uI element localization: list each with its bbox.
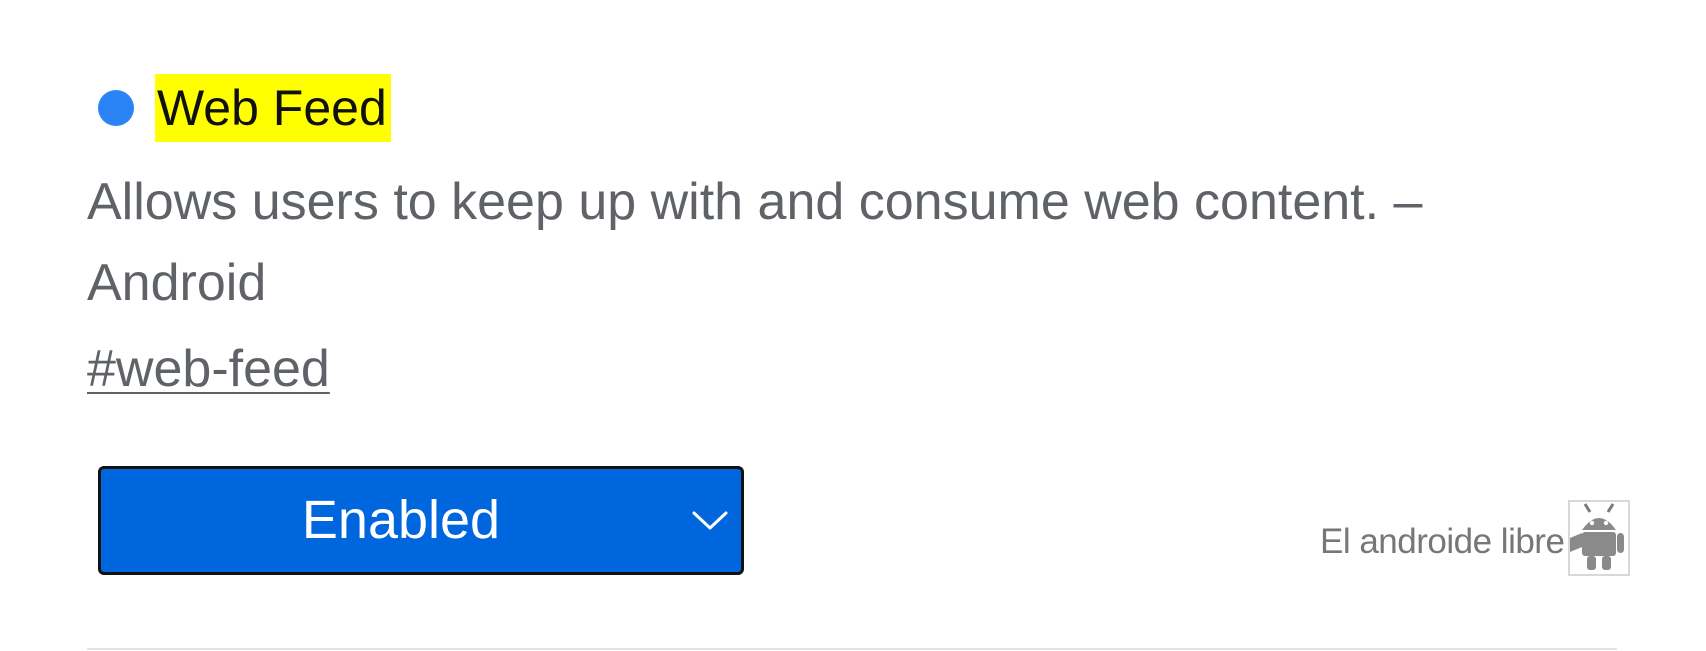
watermark: El androide libre xyxy=(1320,500,1631,576)
flag-description: Allows users to keep up with and consume… xyxy=(87,173,1423,312)
flag-state-value: Enabled xyxy=(301,490,501,550)
flag-title-row: Web Feed xyxy=(98,74,391,142)
chevron-down-icon xyxy=(692,511,728,530)
android-robot-logo-icon xyxy=(1568,500,1631,576)
flag-state-select[interactable]: Enabled xyxy=(98,466,744,575)
divider xyxy=(87,648,1617,650)
flag-name: Web Feed xyxy=(155,74,391,142)
status-dot-icon xyxy=(98,90,134,126)
watermark-text: El androide libre xyxy=(1320,522,1565,561)
flag-permalink[interactable]: #web-feed xyxy=(87,334,330,404)
flag-entry-web-feed: Web Feed Allows users to keep up with an… xyxy=(0,0,1706,651)
